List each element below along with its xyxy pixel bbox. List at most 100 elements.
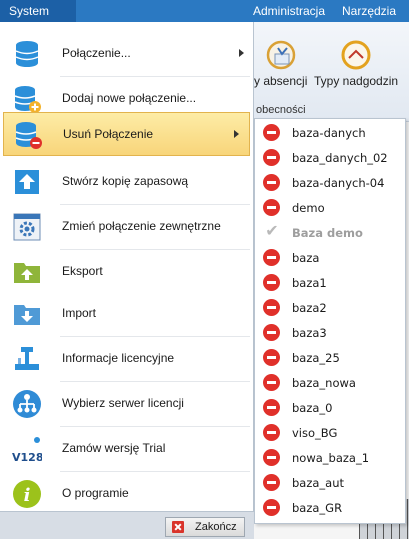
remove-icon <box>263 299 280 316</box>
menu-item-remove-connection-label: Usuń Połączenie <box>63 127 154 141</box>
submenu-item-baza-danych-02[interactable]: baza_danych_02 <box>255 145 405 170</box>
submenu-item-baza-25[interactable]: baza_25 <box>255 345 405 370</box>
submenu-item-label: baza_25 <box>292 351 340 365</box>
remove-icon <box>263 349 280 366</box>
submenu-item-label: baza-danych-04 <box>292 176 385 190</box>
backup-upload-icon <box>15 170 39 194</box>
submenu-item-baza-gr[interactable]: baza_GR <box>255 495 405 520</box>
submenu-item-label: baza_nowa <box>292 376 356 390</box>
menu-item-import[interactable]: Import <box>0 292 254 336</box>
menu-item-remove-connection[interactable]: Usuń Połączenie <box>3 112 250 156</box>
tab-narzedzia[interactable]: Narzędzia <box>342 0 396 22</box>
license-info-icon <box>15 347 39 370</box>
submenu-item-baza2[interactable]: baza2 <box>255 295 405 320</box>
submenu-arrow-icon <box>239 49 244 57</box>
menu-footer: Zakończ <box>0 511 254 539</box>
absence-types-label: y absencji <box>254 74 308 88</box>
menu-item-create-backup[interactable]: Stwórz kopię zapasową <box>0 160 254 204</box>
remove-icon <box>263 124 280 141</box>
remove-icon <box>263 499 280 516</box>
menu-item-add-connection-label: Dodaj nowe połączenie... <box>62 91 197 105</box>
submenu-item-label: baza_danych_02 <box>292 151 388 165</box>
exit-button-label: Zakończ <box>195 521 237 533</box>
clock-icon <box>341 40 371 70</box>
close-icon <box>172 521 184 533</box>
submenu-item-label: baza <box>292 251 320 265</box>
database-add-icon <box>14 86 41 113</box>
menu-item-connection[interactable]: Połączenie... <box>0 32 254 76</box>
menu-item-connection-label: Połączenie... <box>62 46 131 60</box>
ribbon-group-label: obecności <box>256 104 306 116</box>
menu-item-order-trial[interactable]: V128 Zamów wersję Trial <box>0 427 254 471</box>
submenu-item-label: viso_BG <box>292 426 338 440</box>
remove-icon <box>263 424 280 441</box>
submenu-item-label: baza-danych <box>292 126 366 140</box>
folder-import-icon <box>14 305 40 325</box>
submenu-item-baza-nowa[interactable]: baza_nowa <box>255 370 405 395</box>
menu-item-license-info[interactable]: Informacje licencyjne <box>0 337 254 381</box>
info-glyph: i <box>24 485 31 506</box>
menu-item-change-external-connection[interactable]: Zmień połączenie zewnętrzne <box>0 205 254 249</box>
overtime-types-label: Typy nadgodzin <box>314 74 399 88</box>
submenu-item-label: baza_aut <box>292 476 345 490</box>
submenu-item-baza-0[interactable]: baza_0 <box>255 395 405 420</box>
submenu-item-demo[interactable]: demo <box>255 195 405 220</box>
remove-icon <box>263 399 280 416</box>
remove-icon <box>263 199 280 216</box>
absence-types-button[interactable]: y absencji <box>254 40 307 88</box>
tab-system[interactable]: System <box>0 0 76 22</box>
checkmark-icon: ✔ <box>265 223 279 240</box>
remove-icon <box>263 474 280 491</box>
menu-item-order-trial-label: Zamów wersję Trial <box>62 441 166 455</box>
menu-item-export[interactable]: Eksport <box>0 250 254 294</box>
menu-item-import-label: Import <box>62 306 97 320</box>
menu-item-change-external-connection-label: Zmień połączenie zewnętrzne <box>62 219 221 233</box>
submenu-item-baza3[interactable]: baza3 <box>255 320 405 345</box>
menu-item-select-license-server-label: Wybierz serwer licencji <box>62 396 184 410</box>
menu-item-about-label: O programie <box>62 486 129 500</box>
menu-item-select-license-server[interactable]: Wybierz serwer licencji <box>0 382 254 426</box>
info-icon: i <box>13 480 41 508</box>
submenu-item-label: baza_GR <box>292 501 343 515</box>
submenu-item-baza-danych-04[interactable]: baza-danych-04 <box>255 170 405 195</box>
trial-v128-icon: V128 <box>12 437 42 464</box>
submenu-item-nowa-baza-1[interactable]: nowa_baza_1 <box>255 445 405 470</box>
menu-item-export-label: Eksport <box>62 264 103 278</box>
remove-icon <box>263 249 280 266</box>
menu-item-license-info-label: Informacje licencyjne <box>62 351 175 365</box>
ribbon-tab-bar: System Administracja Narzędzia <box>0 0 409 22</box>
remove-icon <box>263 449 280 466</box>
submenu-item-baza1[interactable]: baza1 <box>255 270 405 295</box>
menu-item-about[interactable]: i O programie <box>0 472 254 516</box>
database-remove-icon <box>15 122 42 149</box>
submenu-item-baza[interactable]: baza <box>255 245 405 270</box>
submenu-item-label: Baza demo <box>292 226 363 240</box>
remove-icon <box>263 374 280 391</box>
remove-icon <box>263 174 280 191</box>
remove-connection-submenu: baza-danych baza_danych_02 baza-danych-0… <box>254 118 406 524</box>
overtime-types-button[interactable]: Typy nadgodzin <box>314 40 398 88</box>
v128-text: V128 <box>12 451 42 464</box>
submenu-item-label: baza3 <box>292 326 327 340</box>
submenu-item-label: baza1 <box>292 276 327 290</box>
tab-administracja[interactable]: Administracja <box>253 0 325 22</box>
gear-window-icon <box>13 213 41 241</box>
submenu-item-baza-aut[interactable]: baza_aut <box>255 470 405 495</box>
submenu-item-label: demo <box>292 201 325 215</box>
submenu-item-baza-danych[interactable]: baza-danych <box>255 120 405 145</box>
submenu-item-viso-bg[interactable]: viso_BG <box>255 420 405 445</box>
submenu-item-label: baza2 <box>292 301 327 315</box>
license-server-icon <box>13 390 41 418</box>
folder-export-icon <box>14 263 40 283</box>
remove-icon <box>263 274 280 291</box>
exit-button[interactable]: Zakończ <box>165 517 245 537</box>
database-icon <box>15 41 39 67</box>
submenu-item-label: nowa_baza_1 <box>292 451 370 465</box>
system-menu: Połączenie... Dodaj nowe połączenie... U… <box>0 22 254 539</box>
submenu-item-label: baza_0 <box>292 401 333 415</box>
calendar-clock-icon <box>266 40 295 70</box>
submenu-item-baza-demo: ✔ Baza demo <box>255 220 405 245</box>
remove-icon <box>263 149 280 166</box>
menu-item-create-backup-label: Stwórz kopię zapasową <box>62 174 189 188</box>
submenu-arrow-icon <box>234 130 239 138</box>
